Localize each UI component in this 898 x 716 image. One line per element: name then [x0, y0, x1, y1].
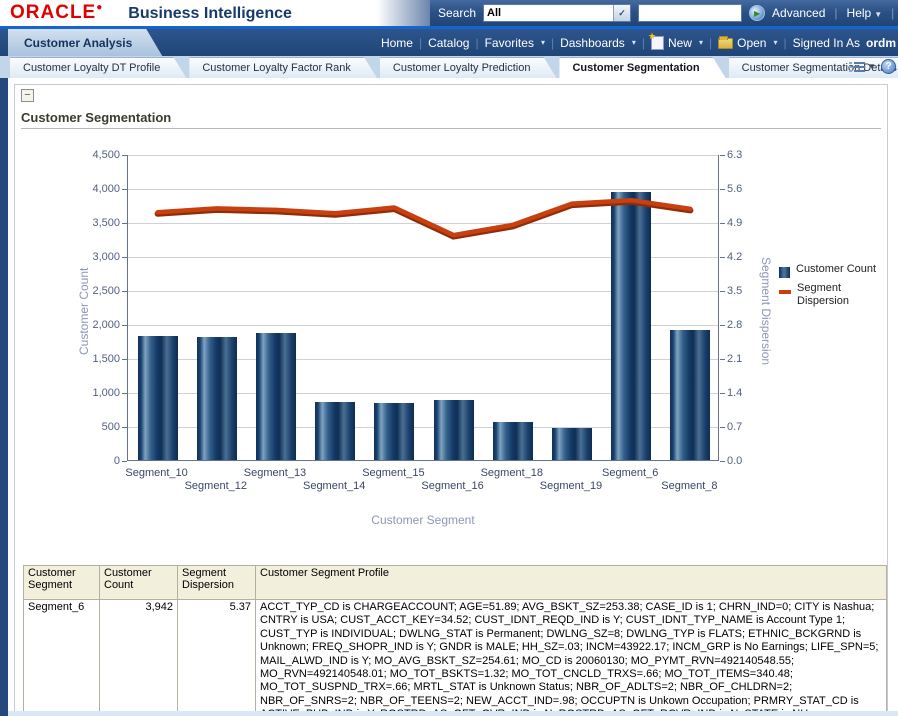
legend-line-swatch [779, 290, 791, 294]
menu-item-dashboards[interactable]: Dashboards▾ [560, 36, 636, 50]
tab-customer-segmentation[interactable]: Customer Segmentation [559, 57, 725, 78]
column-header: Segment Dispersion [178, 566, 256, 600]
tab-customer-loyalty-factor-rank[interactable]: Customer Loyalty Factor Rank [189, 57, 377, 78]
page-tools: ▼ ? [849, 59, 896, 74]
profile-cell: ACCT_TYP_CD is CHARGEACCOUNT; AGE=51.89;… [256, 600, 887, 716]
x-tick-segment_15: Segment_15 [345, 467, 441, 479]
help-menu[interactable]: Help▼ [847, 6, 883, 20]
dashboard-page-tabs: Customer Loyalty DT ProfileCustomer Loya… [0, 56, 898, 79]
advanced-link[interactable]: Advanced [772, 6, 825, 20]
right-axis-tick: 0.0 [727, 455, 767, 467]
left-axis-tick: 2,000 [28, 319, 120, 331]
left-axis-tick: 3,000 [28, 251, 120, 263]
chevron-down-icon: ▾ [699, 38, 703, 47]
right-axis-tick: 2.8 [727, 319, 767, 331]
right-axis-tick: 6.3 [727, 149, 767, 161]
page-content: − Customer Segmentation Customer Count S… [0, 78, 898, 716]
product-title: Business Intelligence [128, 5, 292, 23]
column-header: Customer Segment [24, 566, 100, 600]
search-scope-select[interactable]: All ✓ [483, 4, 631, 22]
segmentation-chart: Customer Count Segment Dispersion Custom… [21, 141, 881, 541]
search-input[interactable] [638, 4, 742, 22]
collapse-section-button[interactable]: − [21, 89, 34, 102]
x-tick-segment_12: Segment_12 [168, 480, 264, 492]
plot-area [127, 155, 719, 461]
dashboard-title-tab[interactable]: Customer Analysis [8, 29, 162, 56]
oracle-logo: ORACLE● [10, 2, 102, 24]
segment-table: Customer SegmentCustomer CountSegment Di… [23, 565, 887, 716]
top-brand-bar: ORACLE● Business Intelligence Search All… [0, 0, 898, 26]
x-tick-segment_19: Segment_19 [523, 480, 619, 492]
search-label: Search [438, 6, 476, 20]
right-axis-tick: 1.4 [727, 387, 767, 399]
left-axis-tick: 0 [28, 455, 120, 467]
column-header: Customer Segment Profile [256, 566, 887, 600]
search-bar: Search All ✓ ▶ Advanced | Help▼ | Sign O… [430, 0, 898, 26]
left-edge-strip [0, 78, 8, 716]
x-tick-segment_10: Segment_10 [109, 467, 205, 479]
legend-item: Customer Count [779, 263, 883, 278]
menu-item-favorites[interactable]: Favorites▾ [485, 36, 545, 50]
x-tick-segment_18: Segment_18 [464, 467, 560, 479]
left-axis-tick: 1,500 [28, 353, 120, 365]
x-tick-segment_8: Segment_8 [641, 480, 737, 492]
tab-customer-loyalty-prediction[interactable]: Customer Loyalty Prediction [380, 57, 557, 78]
left-axis-tick: 4,000 [28, 183, 120, 195]
chevron-down-icon: ▼ [868, 62, 876, 71]
global-menu: Home|Catalog|Favorites▾|Dashboards▾|New▾… [381, 36, 898, 50]
count-cell: 3,942 [100, 600, 178, 716]
menu-item-catalog[interactable]: Catalog [428, 36, 469, 50]
segment-cell: Segment_6 [24, 600, 100, 716]
chevron-down-icon: ▾ [773, 38, 777, 47]
table-body: Segment_63,9425.37ACCT_TYP_CD is CHARGEA… [24, 600, 887, 716]
right-axis-tick: 4.2 [727, 251, 767, 263]
left-axis-tick: 2,500 [28, 285, 120, 297]
dispersion-line [128, 155, 720, 461]
table-header-row: Customer SegmentCustomer CountSegment Di… [24, 566, 887, 600]
section-title: Customer Segmentation [21, 110, 881, 129]
right-axis-tick: 0.7 [727, 421, 767, 433]
section-panel: − Customer Segmentation Customer Count S… [14, 84, 888, 716]
right-axis-tick: 5.6 [727, 183, 767, 195]
open-folder-icon [718, 38, 733, 49]
signed-in-as: Signed In Asordm [793, 36, 896, 50]
dispersion-cell: 5.37 [178, 600, 256, 716]
bottom-scroll-strip[interactable] [8, 711, 898, 716]
column-header: Customer Count [100, 566, 178, 600]
chart-legend: Customer Count Segment Dispersion [779, 263, 883, 312]
menu-item-home[interactable]: Home [381, 36, 413, 50]
left-axis-tick: 1,000 [28, 387, 120, 399]
chevron-down-icon: ▾ [541, 38, 545, 47]
new-document-icon [651, 36, 664, 50]
obiee-window: ORACLE● Business Intelligence Search All… [0, 0, 898, 716]
x-axis-title: Customer Segment [127, 513, 719, 527]
help-icon[interactable]: ? [881, 59, 896, 74]
signed-in-user: ordm [866, 36, 896, 50]
legend-item: Segment Dispersion [779, 282, 883, 308]
right-axis-tick: 3.5 [727, 285, 767, 297]
right-axis-tick: 2.1 [727, 353, 767, 365]
global-navbar: Customer Analysis Home|Catalog|Favorites… [0, 29, 898, 56]
left-axis-tick: 4,500 [28, 149, 120, 161]
search-go-button[interactable]: ▶ [749, 5, 765, 21]
chevron-down-icon: ▾ [632, 38, 636, 47]
legend-bar-swatch [779, 267, 790, 278]
left-axis-tick: 3,500 [28, 217, 120, 229]
tab-customer-loyalty-dt-profile[interactable]: Customer Loyalty DT Profile [10, 57, 186, 78]
table-row: Segment_63,9425.37ACCT_TYP_CD is CHARGEA… [24, 600, 887, 716]
menu-item-new[interactable]: New▾ [651, 36, 703, 50]
right-axis-tick: 4.9 [727, 217, 767, 229]
left-axis-tick: 500 [28, 421, 120, 433]
chevron-down-icon: ▼ [874, 10, 882, 19]
left-axis-title: Customer Count [77, 211, 91, 411]
brand: ORACLE● Business Intelligence [0, 2, 430, 24]
x-tick-segment_13: Segment_13 [227, 467, 323, 479]
menu-item-open[interactable]: Open▾ [718, 36, 777, 50]
x-tick-segment_16: Segment_16 [405, 480, 501, 492]
x-tick-segment_14: Segment_14 [286, 480, 382, 492]
page-options-icon[interactable] [849, 60, 865, 74]
x-tick-segment_6: Segment_6 [582, 467, 678, 479]
chevron-down-icon[interactable]: ✓ [613, 5, 630, 21]
